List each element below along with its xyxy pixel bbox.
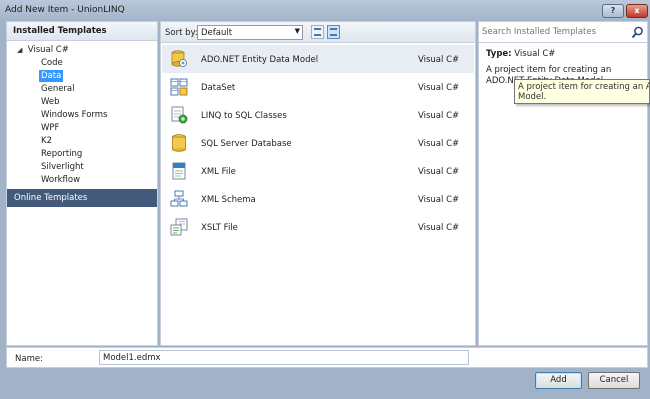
name-input[interactable] — [99, 350, 469, 365]
tooltip-line-1: A project item for creating an ADO.N — [518, 82, 649, 92]
xml-file-icon — [172, 162, 186, 180]
tree-node-label: Visual C# — [27, 45, 69, 55]
template-name: ADO.NET Entity Data Model — [201, 55, 319, 65]
type-label: Type: — [486, 49, 512, 59]
xml-schema-icon — [170, 190, 188, 207]
name-row: Name: — [6, 347, 648, 368]
title-bar[interactable]: Add New Item - UnionLINQ ? x — [0, 0, 650, 21]
template-name: XSLT File — [201, 223, 238, 233]
template-row-xml-schema[interactable]: XML Schema Visual C# — [162, 185, 474, 213]
template-language: Visual C# — [418, 167, 460, 177]
tree-item-windows-forms[interactable]: Windows Forms — [39, 109, 110, 121]
database-icon — [172, 134, 186, 152]
template-row-ado-net[interactable]: ADO.NET Entity Data Model Visual C# — [162, 45, 474, 73]
help-button[interactable]: ? — [602, 4, 624, 18]
medium-icons-view-button[interactable] — [327, 25, 340, 39]
installed-templates-header: Installed Templates — [7, 22, 157, 41]
cancel-button[interactable]: Cancel — [588, 372, 640, 389]
dataset-icon — [170, 78, 188, 96]
small-icons-view-button[interactable] — [311, 25, 324, 39]
tree-item-reporting[interactable]: Reporting — [39, 148, 84, 160]
template-row-linq-to-sql[interactable]: LINQ to SQL Classes Visual C# — [162, 101, 474, 129]
grid-view-icon — [314, 28, 321, 36]
search-box — [479, 22, 647, 43]
tree-item-general[interactable]: General — [39, 83, 77, 95]
tree-item-k2[interactable]: K2 — [39, 135, 54, 147]
sort-value: Default — [201, 28, 233, 38]
template-name: XML Schema — [201, 195, 256, 205]
tree-item-workflow[interactable]: Workflow — [39, 174, 82, 186]
online-templates-item[interactable]: Online Templates — [7, 189, 157, 207]
template-language: Visual C# — [418, 139, 460, 149]
template-language: Visual C# — [418, 83, 460, 93]
template-name: LINQ to SQL Classes — [201, 111, 287, 121]
linq-icon — [171, 106, 188, 124]
type-line: Type: Visual C# — [486, 49, 555, 59]
template-language: Visual C# — [418, 223, 460, 233]
description-tooltip: A project item for creating an ADO.N Mod… — [514, 79, 650, 104]
sort-dropdown[interactable]: Default ▼ — [197, 25, 303, 40]
sort-label: Sort by: — [165, 28, 198, 38]
tree-item-silverlight[interactable]: Silverlight — [39, 161, 86, 173]
type-value: Visual C# — [514, 49, 556, 59]
template-name: DataSet — [201, 83, 236, 93]
template-language: Visual C# — [418, 111, 460, 121]
window-title: Add New Item - UnionLINQ — [5, 5, 125, 15]
tree-item-data[interactable]: Data — [39, 70, 64, 82]
search-icon[interactable] — [631, 26, 644, 39]
expand-triangle-icon[interactable]: ◢ — [17, 46, 25, 54]
template-name: SQL Server Database — [201, 139, 292, 149]
template-row-xml-file[interactable]: XML File Visual C# — [162, 157, 474, 185]
add-button[interactable]: Add — [535, 372, 582, 389]
templates-list-panel: Sort by: Default ▼ ADO.NET Entity Data M… — [160, 21, 476, 346]
name-label: Name: — [15, 354, 43, 364]
chevron-down-icon: ▼ — [294, 27, 300, 35]
list-view-icon — [330, 28, 337, 36]
add-new-item-dialog: Add New Item - UnionLINQ ? x Installed T… — [0, 0, 650, 399]
xslt-file-icon — [170, 218, 188, 236]
template-language: Visual C# — [418, 195, 460, 205]
template-name: XML File — [201, 167, 236, 177]
search-input[interactable] — [482, 25, 628, 39]
template-row-xslt-file[interactable]: XSLT File Visual C# — [162, 213, 474, 241]
template-row-sql-server-database[interactable]: SQL Server Database Visual C# — [162, 129, 474, 157]
tree-item-wpf[interactable]: WPF — [39, 122, 61, 134]
tooltip-line-2: Model. — [518, 92, 547, 102]
template-details-panel: Type: Visual C# A project item for creat… — [478, 21, 648, 346]
template-row-dataset[interactable]: DataSet Visual C# — [162, 73, 474, 101]
tree-item-code[interactable]: Code — [39, 57, 65, 69]
templates-tree-panel: Installed Templates ◢ Visual C# Code Dat… — [6, 21, 158, 346]
entity-model-icon — [171, 50, 187, 67]
tree-node-visual-csharp[interactable]: ◢ Visual C# — [17, 45, 69, 55]
tree-item-web[interactable]: Web — [39, 96, 62, 108]
template-language: Visual C# — [418, 55, 460, 65]
close-button[interactable]: x — [626, 4, 648, 18]
sort-toolbar: Sort by: Default ▼ — [161, 22, 475, 43]
